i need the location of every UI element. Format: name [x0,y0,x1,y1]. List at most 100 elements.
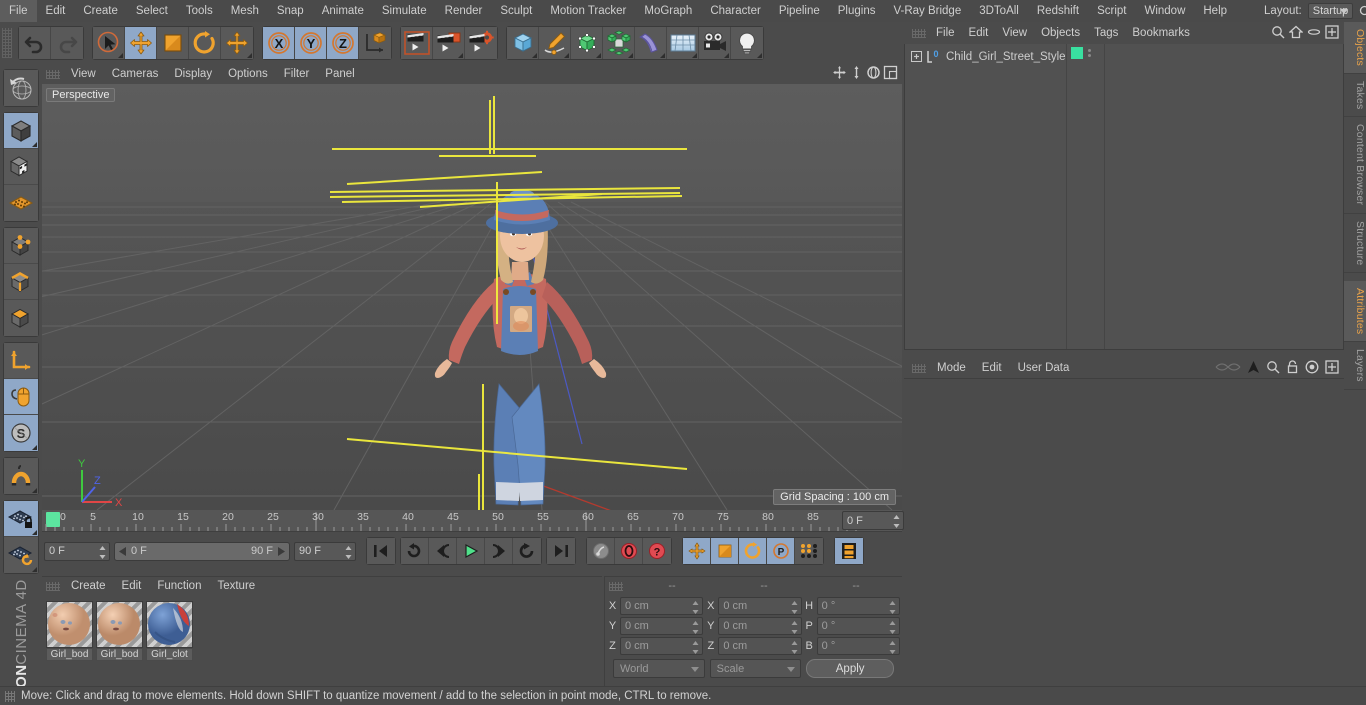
rotation-key-icon[interactable] [739,538,767,564]
range-right-arrow-icon[interactable] [277,546,285,556]
object-menu-objects[interactable]: Objects [1034,22,1087,44]
workplane-mode-icon[interactable] [4,185,38,221]
redo-icon[interactable] [51,27,83,59]
visibility-dots-icon[interactable] [1087,48,1091,57]
viewport-solo-icon[interactable] [4,379,38,415]
bend-deformer-icon[interactable] [635,27,667,59]
scale-key-icon[interactable] [711,538,739,564]
material-menu-texture[interactable]: Texture [209,577,263,595]
menu-item-window[interactable]: Window [1135,0,1194,22]
attribute-body[interactable] [904,378,1344,701]
param-key-icon[interactable]: P [767,538,795,564]
frame-range-slider[interactable]: 0 F 90 F [114,541,290,561]
expand-plus-icon[interactable] [911,51,922,62]
object-row[interactable]: 0 Child_Girl_Street_Style [905,48,1066,65]
tab-attributes[interactable]: Attributes [1344,281,1366,343]
spinner-icon[interactable] [692,640,699,654]
array-deformer-icon[interactable] [603,27,635,59]
workplane-rotate-icon[interactable] [4,537,38,573]
attribute-menu-edit[interactable]: Edit [974,358,1010,378]
spinner-icon[interactable] [889,620,896,634]
move-icon[interactable] [125,27,157,59]
fit-icon[interactable] [1325,24,1339,42]
model-mode-icon[interactable] [4,113,38,149]
object-menu-file[interactable]: File [929,22,962,44]
autokey-icon[interactable] [615,538,643,564]
spinner-icon[interactable] [99,545,106,559]
toolbar-grip[interactable] [2,28,12,58]
move-alt-icon[interactable] [221,27,253,59]
spinner-icon[interactable] [692,600,699,614]
menu-item-mesh[interactable]: Mesh [222,0,268,22]
menu-item-file[interactable]: File [0,0,37,22]
axis-mode-icon[interactable] [4,343,38,379]
menu-item-edit[interactable]: Edit [37,0,75,22]
coord-y-size-field[interactable]: 0 cm [718,616,802,635]
viewport-canvas[interactable]: Perspective Grid Spacing : 100 cm Y X Z [42,84,902,510]
viewport-menu-cameras[interactable]: Cameras [104,64,167,84]
rotate-icon[interactable] [189,27,221,59]
next-frame-icon[interactable] [485,538,513,564]
camera-icon[interactable] [699,27,731,59]
menu-item-select[interactable]: Select [127,0,177,22]
viewport-grip[interactable] [46,69,60,79]
filmstrip-icon[interactable] [835,538,863,564]
frame-field-right[interactable]: 0 F [842,511,904,530]
viewport-menu-panel[interactable]: Panel [317,64,362,84]
go-to-start-icon[interactable] [367,538,395,564]
material-item[interactable]: Girl_bod [46,601,93,661]
material-menu-function[interactable]: Function [149,577,209,595]
status-bar-grip[interactable] [5,690,15,702]
object-menu-tags[interactable]: Tags [1087,22,1125,44]
range-left-arrow-icon[interactable] [119,546,127,556]
object-menu-view[interactable]: View [995,22,1034,44]
point-mode-icon[interactable] [4,228,38,264]
undo-view-icon[interactable] [4,70,38,106]
menu-item-script[interactable]: Script [1088,0,1135,22]
material-grip[interactable] [46,581,60,591]
menu-item-sculpt[interactable]: Sculpt [491,0,541,22]
spinner-icon[interactable] [345,545,352,559]
arrow-up-icon[interactable] [1247,360,1260,377]
tab-objects[interactable]: Objects [1344,22,1366,74]
pla-key-icon[interactable] [795,538,823,564]
home-icon[interactable] [1288,25,1304,42]
render-region-icon[interactable] [433,27,465,59]
object-menu-edit[interactable]: Edit [962,22,996,44]
object-menu-bookmarks[interactable]: Bookmarks [1125,22,1197,44]
magnet-icon[interactable] [4,458,38,494]
pan-view-icon[interactable] [832,65,847,83]
play-icon[interactable] [457,538,485,564]
timeline-ruler[interactable]: 0 5 10 15 20 25 30 35 40 45 50 55 60 65 … [42,510,904,532]
go-to-end-icon[interactable] [547,538,575,564]
floor-environment-icon[interactable] [667,27,699,59]
menu-item-pipeline[interactable]: Pipeline [770,0,829,22]
spinner-icon[interactable] [791,640,798,654]
status-badge[interactable] [1070,46,1083,59]
position-key-icon[interactable] [683,538,711,564]
world-object-coord-icon[interactable] [359,27,391,59]
texture-mode-icon[interactable] [4,149,38,185]
material-thumbnail[interactable] [146,601,193,648]
spinner-icon[interactable] [791,600,798,614]
spinner-icon[interactable] [893,515,900,528]
viewport-menu-display[interactable]: Display [166,64,220,84]
tab-structure[interactable]: Structure [1344,214,1366,274]
material-thumbnail[interactable] [96,601,143,648]
spinner-icon[interactable] [791,620,798,634]
material-item[interactable]: Girl_clot [146,601,193,661]
link-icon[interactable] [1307,25,1321,42]
coord-h-rotation-field[interactable]: 0 ° [816,596,900,615]
light-icon[interactable] [731,27,763,59]
menu-item-animate[interactable]: Animate [313,0,373,22]
spinner-icon[interactable] [692,620,699,634]
render-settings-icon[interactable] [465,27,497,59]
generator-icon[interactable] [571,27,603,59]
apply-button[interactable]: Apply [806,659,894,678]
menu-item-vray-bridge[interactable]: V-Ray Bridge [884,0,970,22]
polygon-mode-icon[interactable] [4,300,38,336]
tab-layers[interactable]: Layers [1344,342,1366,391]
coord-y-position-field[interactable]: 0 cm [620,616,704,635]
material-menu-create[interactable]: Create [63,577,114,595]
coord-z-position-field[interactable]: 0 cm [620,636,704,655]
